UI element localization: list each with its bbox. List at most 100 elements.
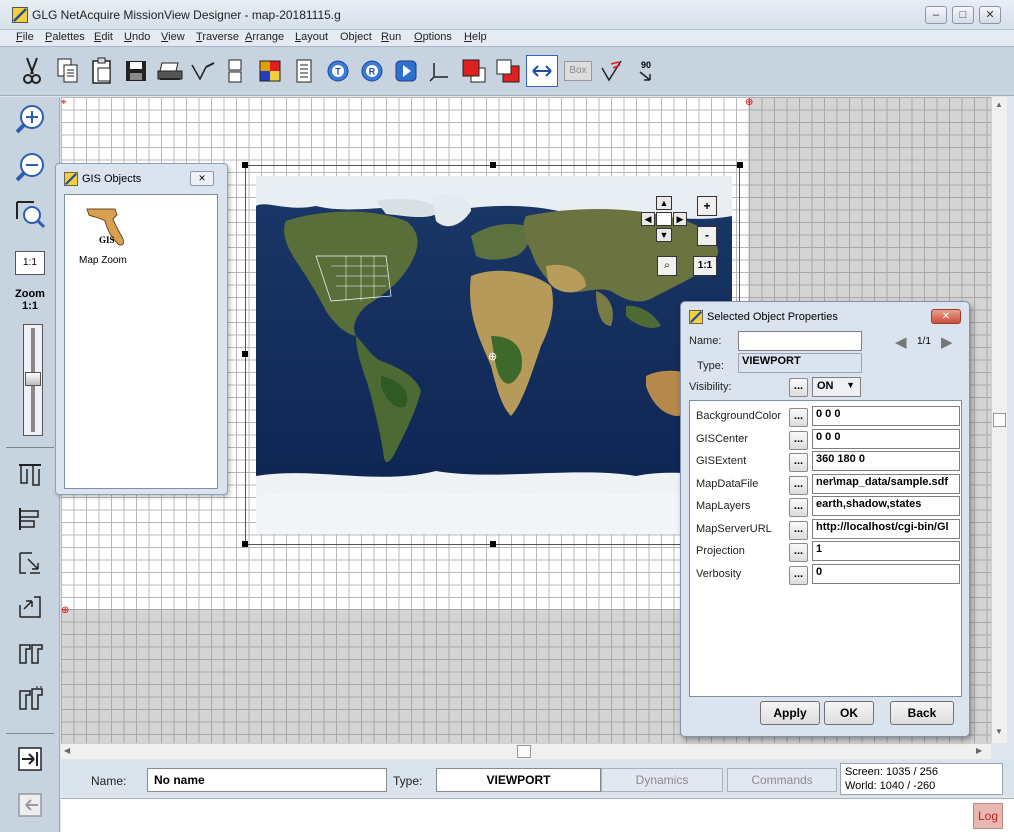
back-button[interactable]: Back — [890, 701, 954, 725]
zoom-slider-thumb[interactable] — [25, 372, 41, 386]
enter-icon[interactable] — [12, 741, 48, 777]
name-input[interactable] — [738, 331, 862, 351]
selection-handle[interactable] — [490, 162, 496, 168]
menu-object[interactable]: Object — [340, 31, 372, 43]
run-icon[interactable] — [390, 55, 422, 87]
property-edit-button[interactable]: ... — [789, 430, 808, 450]
back-icon[interactable] — [492, 55, 524, 87]
property-edit-button[interactable]: ... — [789, 408, 808, 427]
log-button[interactable]: Log — [973, 803, 1003, 829]
scroll-up-icon[interactable]: ▲ — [995, 100, 1003, 109]
front-icon[interactable] — [458, 55, 490, 87]
copy-icon[interactable] — [52, 55, 84, 87]
traverse-t-icon[interactable]: T — [322, 55, 354, 87]
selection-handle[interactable] — [737, 162, 743, 168]
property-edit-button[interactable]: ... — [789, 565, 808, 585]
palette-close-button[interactable]: ✕ — [190, 171, 214, 186]
zoom-slider[interactable] — [23, 324, 43, 436]
property-value[interactable]: 0 0 0 — [812, 406, 960, 426]
property-edit-button[interactable]: ... — [789, 475, 808, 495]
scroll-down-icon[interactable]: ▼ — [995, 727, 1003, 736]
minimize-button[interactable]: – — [925, 6, 947, 24]
menu-undo[interactable]: Undo — [124, 31, 150, 43]
apply-button[interactable]: Apply — [760, 701, 820, 725]
maximize-button[interactable]: □ — [952, 6, 974, 24]
property-value[interactable]: ner\map_data/sample.sdf — [812, 473, 960, 494]
zoom-out-icon[interactable] — [12, 149, 48, 185]
pan-control[interactable]: ▲ ◀ ▶ ▼ — [641, 196, 687, 242]
visibility-edit-button[interactable]: ... — [789, 378, 808, 397]
menu-options[interactable]: Options — [414, 31, 452, 43]
map-zoom-in-button[interactable]: + — [697, 196, 717, 216]
pan-center-icon[interactable] — [656, 212, 672, 226]
traverse-r-icon[interactable]: R — [356, 55, 388, 87]
pan-down-icon[interactable]: ▼ — [656, 228, 672, 242]
next-object-icon[interactable]: ▶ — [941, 333, 953, 351]
align-top-icon[interactable] — [12, 457, 48, 493]
ok-button[interactable]: OK — [824, 701, 874, 725]
property-edit-button[interactable]: ... — [789, 543, 808, 562]
cut-icon[interactable] — [16, 55, 48, 87]
zoom-box-icon[interactable] — [12, 197, 48, 233]
menu-run[interactable]: Run — [381, 31, 401, 43]
distribute-horizontal-icon[interactable] — [12, 635, 48, 671]
menu-traverse[interactable]: Traverse — [196, 31, 239, 43]
commands-button[interactable]: Commands — [727, 768, 837, 792]
paste-icon[interactable] — [86, 55, 118, 87]
select-points-icon[interactable] — [188, 55, 220, 87]
property-edit-button[interactable]: ... — [789, 520, 808, 540]
box-icon[interactable]: Box — [562, 55, 594, 87]
selected-object-properties-dialog[interactable]: Selected Object Properties ✕ Name: ◀ 1/1… — [680, 301, 970, 737]
vertical-scroll-thumb[interactable] — [993, 413, 1006, 427]
align-bottom-icon[interactable] — [12, 589, 48, 625]
property-value[interactable]: 0 0 0 — [812, 428, 960, 449]
zoom-in-icon[interactable] — [12, 101, 48, 137]
print-icon[interactable] — [154, 55, 186, 87]
menu-help[interactable]: Help — [464, 31, 487, 43]
close-button[interactable]: ✕ — [979, 6, 1001, 24]
property-value[interactable]: 1 — [812, 541, 960, 561]
scroll-right-icon[interactable]: ▶ — [976, 746, 982, 755]
property-value[interactable]: http://localhost/cgi-bin/Gl — [812, 518, 960, 539]
selection-handle[interactable] — [242, 162, 248, 168]
selection-handle[interactable] — [242, 541, 248, 547]
menu-arrange[interactable]: Arrange — [245, 31, 284, 43]
align-left-icon[interactable] — [12, 501, 48, 537]
menu-palettes[interactable]: Palettes — [45, 31, 85, 43]
gis-objects-palette[interactable]: GIS Objects ✕ GIS Map Zoom — [55, 163, 228, 495]
save-icon[interactable] — [120, 55, 152, 87]
one-to-one-button[interactable]: 1:1 — [15, 251, 45, 275]
map-zoom-out-button[interactable]: - — [697, 226, 717, 246]
visibility-select[interactable]: ON ▼ — [812, 377, 861, 397]
menu-layout[interactable]: Layout — [295, 31, 328, 43]
gis-map-viewport[interactable]: ⊕ ▲ ◀ ▶ ▼ + - ⌕ 1:1 — [256, 176, 732, 534]
menu-file[interactable]: File — [16, 31, 34, 43]
horizontal-scrollbar[interactable]: ◀ ▶ — [61, 743, 991, 759]
property-edit-button[interactable]: ... — [789, 453, 808, 472]
map-one-to-one-button[interactable]: 1:1 — [693, 256, 717, 276]
scroll-left-icon[interactable]: ◀ — [64, 746, 70, 755]
menu-view[interactable]: View — [161, 31, 185, 43]
property-value[interactable]: 360 180 0 — [812, 451, 960, 471]
prev-object-icon[interactable]: ◀ — [895, 333, 907, 351]
dialog-close-button[interactable]: ✕ — [931, 309, 961, 324]
align-center-icon[interactable] — [12, 545, 48, 581]
map-zoom-item[interactable]: GIS — [85, 205, 129, 253]
distribute-vertical-icon[interactable] — [12, 681, 48, 717]
axis-icon[interactable] — [424, 55, 456, 87]
vertical-scrollbar[interactable]: ▲ ▼ — [991, 97, 1007, 743]
property-edit-button[interactable]: ... — [789, 498, 808, 517]
menu-edit[interactable]: Edit — [94, 31, 113, 43]
selection-handle[interactable] — [490, 541, 496, 547]
swap-icon[interactable] — [526, 55, 558, 87]
check-icon[interactable] — [596, 55, 628, 87]
property-value[interactable]: earth,shadow,states — [812, 496, 960, 516]
horizontal-scroll-thumb[interactable] — [517, 745, 531, 758]
list-icon[interactable] — [288, 55, 320, 87]
dynamics-button[interactable]: Dynamics — [601, 768, 723, 792]
property-value[interactable]: 0 — [812, 563, 960, 584]
pan-right-icon[interactable]: ▶ — [673, 212, 687, 226]
color-palette-icon[interactable] — [254, 55, 286, 87]
exit-icon[interactable] — [12, 787, 48, 823]
status-name-field[interactable]: No name — [147, 768, 387, 792]
